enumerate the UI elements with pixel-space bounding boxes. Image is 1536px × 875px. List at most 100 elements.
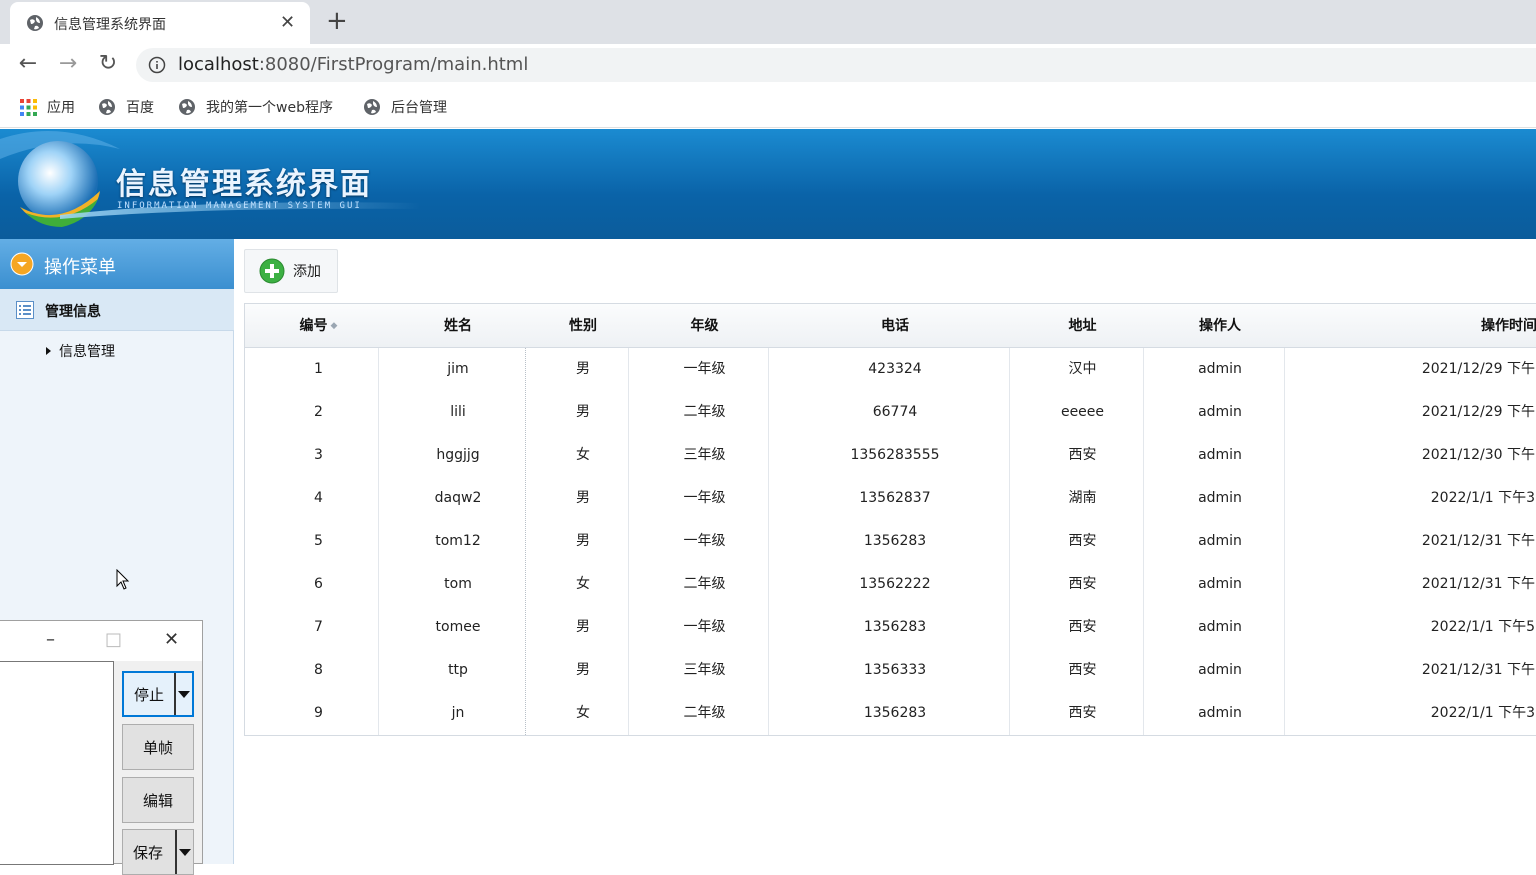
- cell-grade: 二年级: [683, 705, 726, 721]
- save-button[interactable]: 保存: [122, 829, 194, 875]
- cell-address: 西安: [1068, 662, 1097, 678]
- col-header-id[interactable]: 编号 ◆: [245, 304, 392, 348]
- cell-gender: 男: [576, 662, 590, 678]
- cell-operator: admin: [1198, 705, 1242, 721]
- table-row[interactable]: 8 ttp 男 三年级 1356333 西安 admin 2021/12/31 下午: [245, 649, 1536, 692]
- cell-time: 2022/1/1 下午3: [1430, 490, 1535, 506]
- minimize-button[interactable]: –: [46, 629, 55, 650]
- bookmark-label: 百度: [126, 100, 154, 116]
- app-subtitle: INFORMATION MANAGEMENT SYSTEM GUI: [117, 201, 362, 211]
- bookmark-label: 应用: [47, 100, 75, 116]
- cell-time: 2021/12/29 下午: [1421, 361, 1535, 377]
- cell-gender: 男: [576, 533, 590, 549]
- cell-address: 西安: [1068, 619, 1097, 635]
- cell-gender: 男: [576, 361, 590, 377]
- cell-grade: 二年级: [683, 576, 726, 592]
- col-header-grade[interactable]: 年级: [628, 304, 781, 348]
- table-row[interactable]: 3 hggjjg 女 三年级 1356283555 西安 admin 2021/12/30 下…: [245, 434, 1536, 477]
- cell-operator: admin: [1198, 576, 1242, 592]
- cell-phone: 1356283: [863, 705, 927, 721]
- button-label: 停止: [134, 685, 165, 704]
- cell-gender: 男: [576, 490, 590, 506]
- col-header-gender[interactable]: 性别: [525, 304, 641, 348]
- cell-id: 8: [314, 662, 323, 678]
- cell-name: tom12: [435, 533, 481, 549]
- cell-grade: 三年级: [683, 447, 726, 463]
- stop-button[interactable]: 停止: [122, 671, 194, 717]
- edit-button[interactable]: 编辑: [122, 777, 194, 823]
- cell-grade: 一年级: [683, 619, 726, 635]
- cell-grade: 一年级: [683, 361, 726, 377]
- table-row[interactable]: 6 tom 女 二年级 13562222 西安 admin 2021/12/31 下午: [245, 563, 1536, 606]
- table-row[interactable]: 2 lili 男 二年级 66774 eeeee admin 2021/12/29 下午: [245, 391, 1536, 434]
- globe-icon: [364, 99, 380, 115]
- col-header-time[interactable]: 操作时间: [1285, 304, 1536, 348]
- cell-address: 西安: [1068, 576, 1097, 592]
- cell-address: 湖南: [1068, 490, 1097, 506]
- reload-button[interactable]: ↻: [94, 51, 122, 76]
- grid-header: 编号 ◆ 姓名 性别 年级 电话 地址 操作人 操作时间: [245, 304, 1536, 348]
- browser-tabbar: 信息管理系统界面 ✕ +: [0, 0, 1536, 44]
- col-header-label: 编号: [299, 318, 328, 334]
- cell-id: 4: [314, 490, 323, 506]
- close-button[interactable]: ✕: [164, 629, 179, 650]
- mouse-cursor-icon: [116, 569, 130, 590]
- new-tab-button[interactable]: +: [326, 6, 348, 36]
- url-host: localhost: [178, 54, 259, 75]
- forward-button[interactable]: →: [54, 51, 82, 76]
- cell-operator: admin: [1198, 447, 1242, 463]
- recorder-preview: [0, 661, 114, 865]
- table-row[interactable]: 9 jn 女 二年级 1356283 西安 admin 2022/1/1 下午3: [245, 692, 1536, 735]
- single-frame-button[interactable]: 单帧: [122, 724, 194, 770]
- cell-address: 西安: [1068, 533, 1097, 549]
- cell-time: 2021/12/29 下午: [1421, 404, 1535, 420]
- recorder-titlebar[interactable]: – □ ✕: [0, 621, 202, 661]
- address-bar[interactable]: localhost:8080/FirstProgram/main.html: [136, 48, 1536, 82]
- bookmark-label: 我的第一个web程序: [206, 100, 333, 116]
- cell-gender: 女: [576, 447, 590, 463]
- col-header-name[interactable]: 姓名: [378, 304, 538, 348]
- cell-id: 5: [314, 533, 323, 549]
- cell-phone: 1356333: [863, 662, 927, 678]
- url-path: :8080/FirstProgram/main.html: [258, 54, 529, 75]
- cell-operator: admin: [1198, 619, 1242, 635]
- menu-header[interactable]: 操作菜单: [0, 239, 234, 289]
- cell-name: lili: [450, 404, 466, 420]
- cell-time: 2021/12/31 下午: [1421, 576, 1535, 592]
- cell-operator: admin: [1198, 533, 1242, 549]
- cell-name: jn: [451, 705, 465, 721]
- maximize-button[interactable]: □: [105, 629, 122, 650]
- cell-phone: 66774: [872, 404, 918, 420]
- back-button[interactable]: ←: [14, 51, 42, 76]
- bookmark-admin[interactable]: 后台管理: [363, 96, 447, 118]
- info-icon[interactable]: [148, 56, 166, 74]
- tree-item-label: 信息管理: [59, 344, 115, 360]
- cell-name: jim: [447, 361, 469, 377]
- bookmark-first-web[interactable]: 我的第一个web程序: [178, 96, 333, 118]
- cell-time: 2021/12/31 下午: [1421, 533, 1535, 549]
- cell-operator: admin: [1198, 490, 1242, 506]
- col-header-phone[interactable]: 电话: [768, 304, 1022, 348]
- bookmark-baidu[interactable]: 百度: [98, 96, 154, 118]
- table-row[interactable]: 5 tom12 男 一年级 1356283 西安 admin 2021/12/31 下午: [245, 520, 1536, 563]
- add-button[interactable]: 添加: [244, 249, 338, 293]
- button-label: 保存: [133, 843, 164, 862]
- col-header-address[interactable]: 地址: [1009, 304, 1156, 348]
- table-row[interactable]: 1 jim 男 一年级 423324 汉中 admin 2021/12/29 下午: [245, 348, 1536, 391]
- cell-operator: admin: [1198, 404, 1242, 420]
- cell-id: 9: [314, 705, 323, 721]
- browser-tab[interactable]: 信息管理系统界面 ✕: [10, 2, 310, 44]
- bookmark-apps[interactable]: 应用: [20, 96, 75, 118]
- sidebar-section-manage[interactable]: 管理信息: [0, 289, 234, 331]
- cell-name: ttp: [448, 662, 468, 678]
- col-header-operator[interactable]: 操作人: [1143, 304, 1297, 348]
- cell-gender: 男: [576, 404, 590, 420]
- table-row[interactable]: 7 tomee 男 一年级 1356283 西安 admin 2022/1/1 下午5: [245, 606, 1536, 649]
- tab-close-icon[interactable]: ✕: [280, 12, 295, 33]
- table-row[interactable]: 4 daqw2 男 一年级 13562837 湖南 admin 2022/1/1 下午3: [245, 477, 1536, 520]
- cell-gender: 女: [576, 576, 590, 592]
- app-title: 信息管理系统界面: [116, 167, 372, 202]
- dropdown-arrow-icon[interactable]: [174, 673, 192, 715]
- sidebar-item-info-manage[interactable]: 信息管理: [46, 341, 115, 361]
- dropdown-arrow-icon[interactable]: [175, 830, 193, 874]
